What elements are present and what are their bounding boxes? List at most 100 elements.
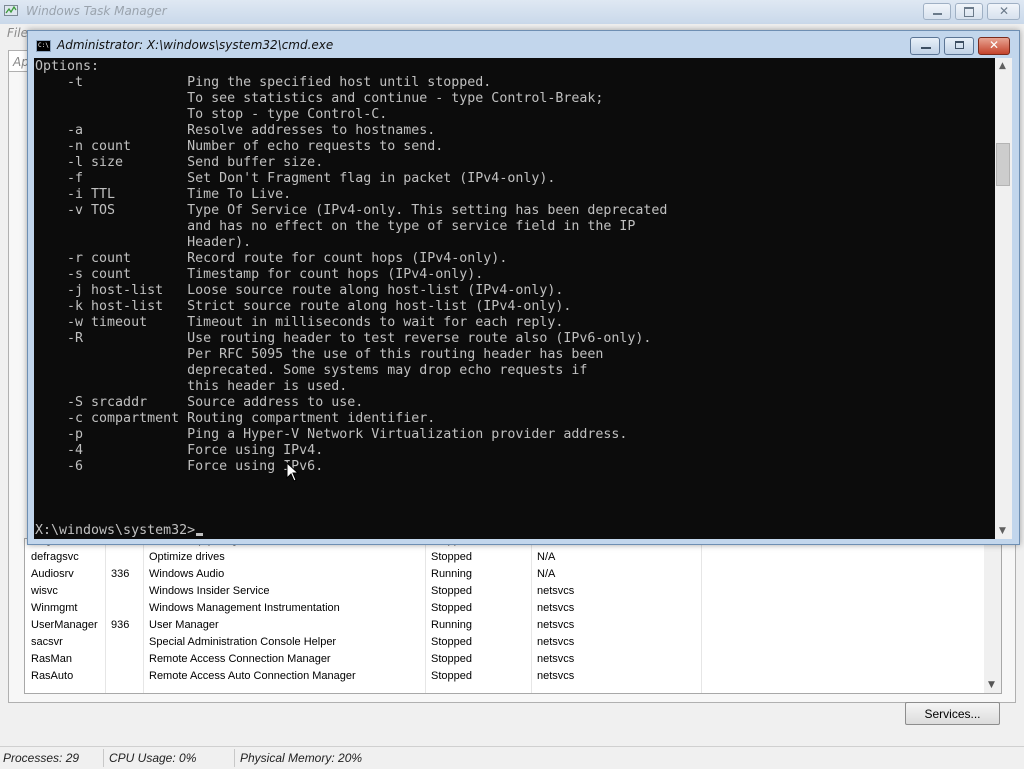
service-group: netsvcs (537, 585, 575, 597)
console-line: -j host-list Loose source route along ho… (35, 283, 564, 298)
service-description: Remote Access Auto Connection Manager (149, 670, 356, 682)
service-name: UserManager (31, 619, 98, 631)
service-row[interactable]: defragsvc Optimize drives Stopped N/A (25, 549, 985, 566)
status-cpu: CPU Usage: 0% (109, 751, 197, 765)
console-text: Options: -t Ping the specified host unti… (35, 59, 667, 475)
prompt-text: X:\windows\system32> (35, 523, 196, 538)
service-group: netsvcs (537, 602, 575, 614)
console-line: -v TOS Type Of Service (IPv4-only. This … (35, 203, 668, 218)
service-row[interactable]: Winmgmt Windows Management Instrumentatio… (25, 600, 985, 617)
service-description: Windows Audio (149, 568, 225, 580)
status-processes: Processes: 29 (3, 751, 80, 765)
console-output[interactable]: Options: -t Ping the specified host unti… (34, 58, 1011, 539)
service-group: N/A (537, 568, 556, 580)
scroll-up-arrow-icon[interactable]: ▲ (999, 61, 1006, 71)
console-line: -w timeout Timeout in milliseconds to wa… (35, 315, 564, 330)
console-line: Per RFC 5095 the use of this routing hea… (35, 347, 604, 362)
minimize-icon (921, 47, 931, 49)
console-line: -n count Number of echo requests to send… (35, 139, 444, 154)
cmd-close-button[interactable]: ✕ (978, 37, 1010, 55)
task-manager-icon (4, 5, 18, 16)
service-row[interactable]: sacsvr Special Administration Console Hel… (25, 634, 985, 651)
console-line: this header is used. (35, 379, 348, 394)
service-group: netsvcs (537, 653, 575, 665)
restore-icon (964, 7, 974, 17)
close-icon: ✕ (999, 4, 1010, 18)
service-row[interactable]: RasAuto Remote Access Auto Connection Man… (25, 668, 985, 685)
console-line: -4 Force using IPv4. (35, 443, 324, 458)
cmd-title: Administrator: X:\windows\system32\cmd.e… (57, 38, 334, 52)
service-pid: 336 (111, 568, 130, 580)
service-group: N/A (537, 551, 556, 563)
service-pid: 936 (111, 619, 130, 631)
menu-file[interactable]: File (7, 26, 28, 40)
service-name: defragsvc (31, 551, 79, 563)
services-list: diagnostics...Microsoft (R) Diagnostics … (24, 538, 1002, 694)
console-line: and has no effect on the type of service… (35, 219, 636, 234)
services-button[interactable]: Services... (905, 702, 1000, 725)
service-description: User Manager (149, 619, 219, 631)
minimize-icon (933, 13, 942, 15)
cmd-scrollbar[interactable]: ▲ ▼ (995, 58, 1012, 539)
service-status: Stopped (431, 602, 472, 614)
service-status: Stopped (431, 636, 472, 648)
service-name: RasAuto (31, 670, 74, 682)
tm-close-button[interactable]: ✕ (987, 3, 1020, 20)
service-row[interactable]: UserManager 936 User Manager Running netsvcs (25, 617, 985, 634)
console-line: -R Use routing header to test reverse ro… (35, 331, 652, 346)
service-description: Windows Management Instrumentation (149, 602, 340, 614)
tm-restore-button[interactable] (955, 3, 983, 20)
maximize-icon (955, 41, 964, 49)
console-line: -p Ping a Hyper-V Network Virtualization… (35, 427, 628, 442)
service-name: sacsvr (31, 636, 63, 648)
status-bar: Processes: 29 CPU Usage: 0% Physical Mem… (0, 746, 1024, 769)
service-description: Optimize drives (149, 551, 225, 563)
task-manager-title: Windows Task Manager (26, 4, 167, 18)
service-status: Running (431, 619, 472, 631)
console-line: -c compartment Routing compartment ident… (35, 411, 436, 426)
text-cursor (196, 533, 204, 536)
status-memory: Physical Memory: 20% (240, 751, 363, 765)
console-line: To stop - type Control-C. (35, 107, 388, 122)
service-status: Stopped (431, 670, 472, 682)
services-scrollbar[interactable]: ▼ (984, 539, 1001, 693)
command-prompt[interactable]: X:\windows\system32> (35, 523, 204, 539)
scrollbar-thumb[interactable] (996, 143, 1010, 186)
service-group: netsvcs (537, 670, 575, 682)
console-line: Options: (35, 59, 100, 74)
mouse-pointer-icon (286, 462, 300, 482)
console-line: Header). (35, 235, 252, 250)
service-row[interactable]: Audiosrv 336 Windows Audio Running N/A (25, 566, 985, 583)
task-manager-titlebar: Windows Task Manager ✕ (0, 0, 1024, 24)
console-line: -f Set Don't Fragment flag in packet (IP… (35, 171, 556, 186)
console-line: -S srcaddr Source address to use. (35, 395, 364, 410)
tm-minimize-button[interactable] (923, 3, 951, 20)
service-status: Stopped (431, 585, 472, 597)
service-row[interactable]: wisvc Windows Insider Service Stopped netsv… (25, 583, 985, 600)
cmd-titlebar[interactable]: C:\ Administrator: X:\windows\system32\c… (28, 31, 1019, 58)
cmd-maximize-button[interactable] (944, 37, 974, 55)
service-row[interactable]: RasMan Remote Access Connection Manager St… (25, 651, 985, 668)
service-description: Special Administration Console Helper (149, 636, 337, 648)
service-status: Stopped (431, 653, 472, 665)
service-name: wisvc (31, 585, 58, 597)
console-line: -r count Record route for count hops (IP… (35, 251, 508, 266)
console-line: -6 Force using IPv6. (35, 459, 324, 474)
status-separator (103, 749, 104, 767)
console-line: deprecated. Some systems may drop echo r… (35, 363, 588, 378)
scroll-down-arrow-icon[interactable]: ▼ (999, 526, 1006, 536)
service-name: Audiosrv (31, 568, 74, 580)
cmd-window[interactable]: C:\ Administrator: X:\windows\system32\c… (27, 30, 1020, 545)
service-name: RasMan (31, 653, 72, 665)
service-name: Winmgmt (31, 602, 78, 614)
status-separator (234, 749, 235, 767)
console-line: -a Resolve addresses to hostnames. (35, 123, 436, 138)
cmd-icon: C:\ (36, 40, 51, 52)
console-line: -k host-list Strict source route along h… (35, 299, 572, 314)
console-line: -l size Send buffer size. (35, 155, 324, 170)
scroll-down-arrow-icon[interactable]: ▼ (988, 680, 995, 690)
service-group: netsvcs (537, 636, 575, 648)
close-icon: ✕ (988, 38, 1000, 52)
console-line: -i TTL Time To Live. (35, 187, 292, 202)
cmd-minimize-button[interactable] (910, 37, 940, 55)
